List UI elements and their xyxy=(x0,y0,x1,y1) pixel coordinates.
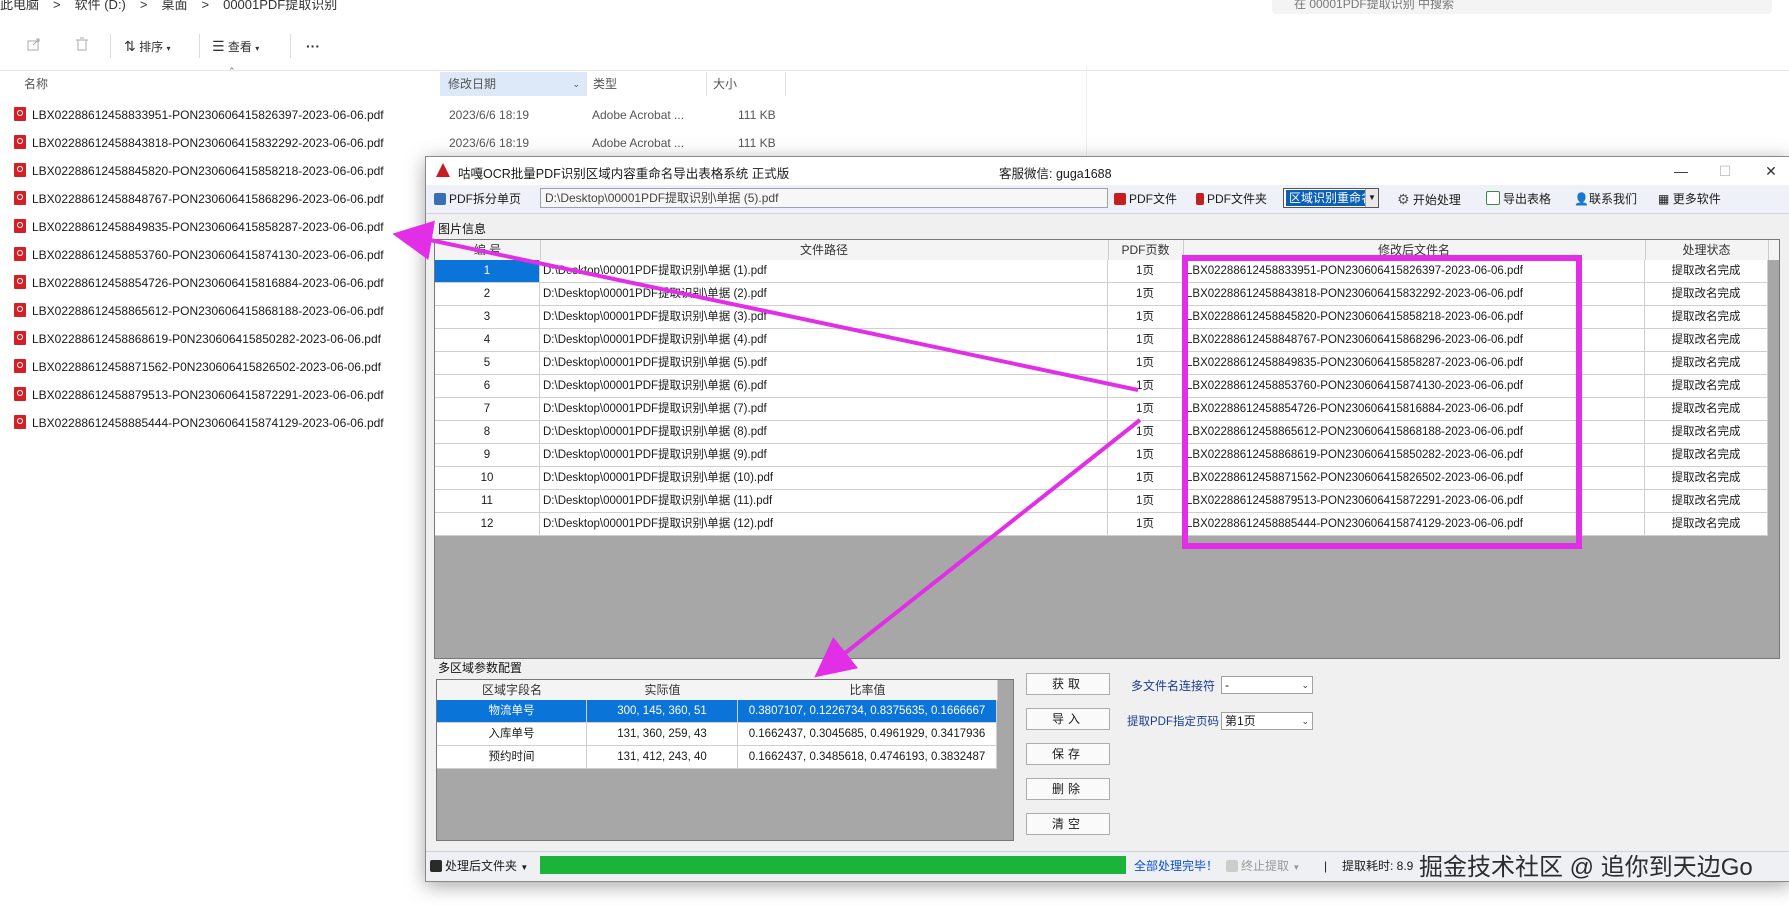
watermark: 掘金技术社区 @ 追你到天边Go xyxy=(1419,854,1753,881)
arrow-to-params xyxy=(814,418,1142,678)
annotation-arrows xyxy=(392,220,1142,678)
arrow-to-explorer xyxy=(392,220,1139,392)
